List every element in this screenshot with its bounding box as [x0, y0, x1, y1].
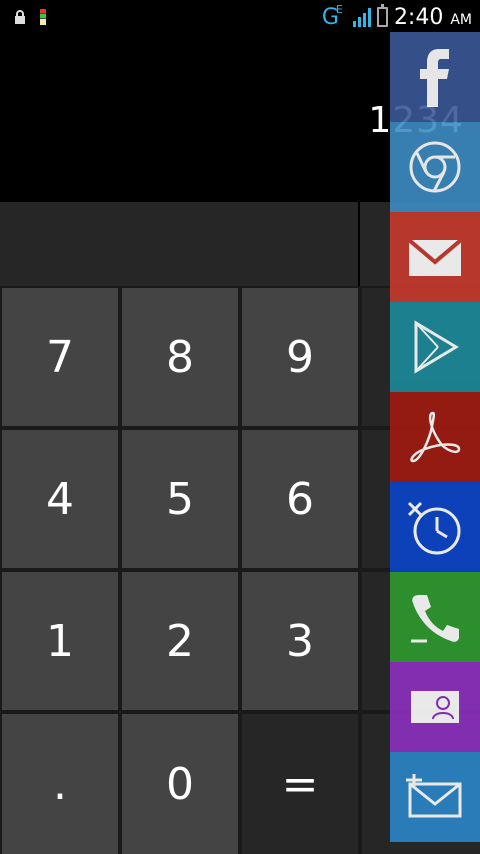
phone-icon — [411, 595, 459, 643]
app-tile-contacts[interactable] — [390, 662, 480, 752]
app-launcher-sidebar — [390, 32, 480, 854]
clock: 2:40 AM — [394, 5, 472, 30]
app-tile-clock[interactable] — [390, 482, 480, 572]
battery-notification-icon — [40, 7, 46, 29]
mail-icon — [407, 238, 463, 276]
lock-icon — [14, 9, 26, 28]
key-1[interactable]: 1 — [2, 572, 118, 710]
key-5[interactable]: 5 — [122, 430, 238, 568]
facebook-icon — [420, 49, 449, 107]
chrome-icon — [409, 141, 461, 193]
message-icon — [406, 774, 462, 818]
status-left — [14, 7, 46, 29]
key-8[interactable]: 8 — [122, 288, 238, 426]
network-subtype: E — [335, 2, 343, 16]
key-3[interactable]: 3 — [242, 572, 358, 710]
play-store-icon — [414, 320, 459, 374]
app-tile-play-store[interactable] — [390, 302, 480, 392]
status-right: GE 2:40 AM — [322, 2, 472, 32]
key-equals[interactable]: = — [242, 714, 358, 854]
key-9[interactable]: 9 — [242, 288, 358, 426]
key-7[interactable]: 7 — [2, 288, 118, 426]
app-tile-acrobat[interactable] — [390, 392, 480, 482]
key-4[interactable]: 4 — [2, 430, 118, 568]
key-2[interactable]: 2 — [122, 572, 238, 710]
battery-icon — [376, 4, 388, 27]
clock-ampm: AM — [450, 11, 472, 28]
app-tile-phone[interactable] — [390, 572, 480, 662]
key-0[interactable]: 0 — [122, 714, 238, 854]
signal-strength-icon — [352, 7, 371, 27]
acrobat-icon — [410, 411, 461, 463]
contact-icon — [411, 691, 459, 723]
clock-icon — [407, 501, 461, 555]
app-tile-messaging[interactable] — [390, 752, 480, 842]
app-tile-chrome[interactable] — [390, 122, 480, 212]
network-indicator: GE — [322, 3, 343, 30]
app-tile-facebook[interactable] — [390, 32, 480, 122]
status-bar: GE 2:40 AM — [0, 0, 480, 32]
key-6[interactable]: 6 — [242, 430, 358, 568]
formula-bar[interactable] — [0, 202, 358, 286]
key-decimal[interactable]: . — [2, 714, 118, 854]
app-tile-gmail[interactable] — [390, 212, 480, 302]
clock-time: 2:40 — [393, 4, 444, 30]
